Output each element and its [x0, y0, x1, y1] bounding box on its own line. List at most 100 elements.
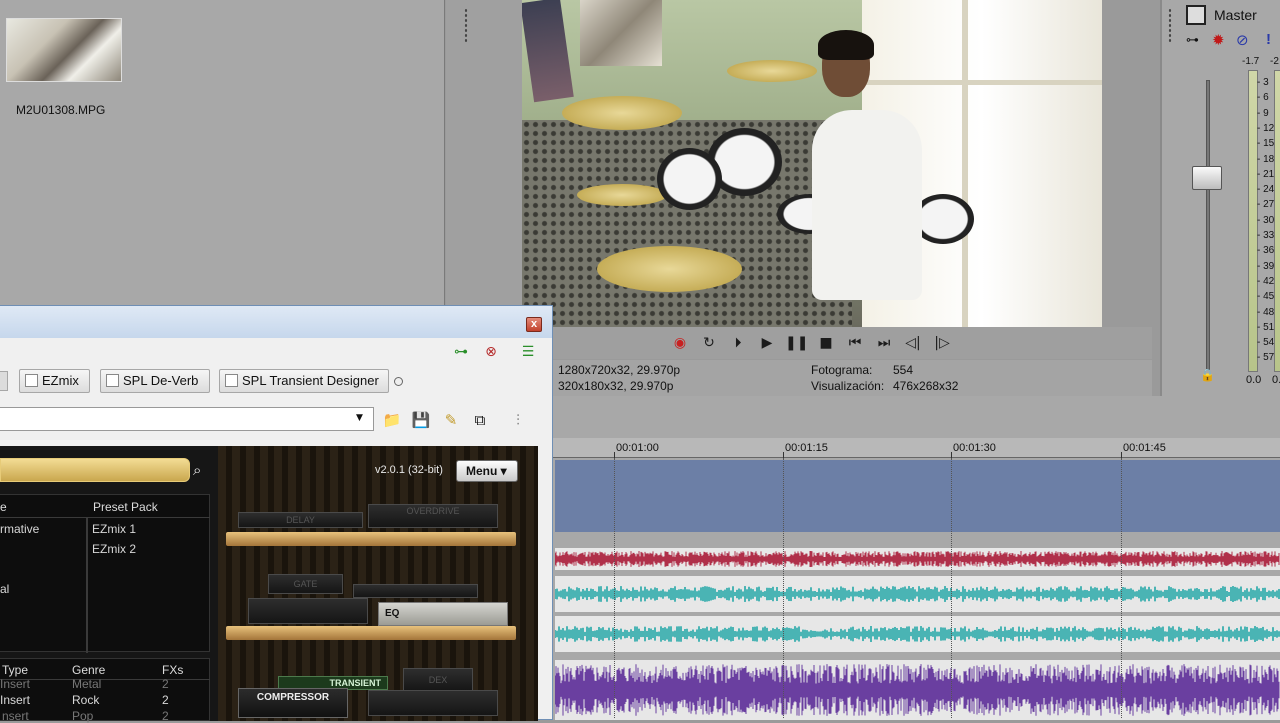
table-cell[interactable]: Insert	[0, 693, 30, 707]
automation-icon[interactable]: ⫶	[508, 410, 528, 430]
media-thumbnail[interactable]	[6, 18, 122, 82]
preview-info: 1280x720x32, 29.970p 320x180x32, 29.970p…	[522, 360, 1152, 396]
play-icon[interactable]: ▶	[756, 334, 778, 352]
copy-icon[interactable]: ⧉	[470, 410, 490, 430]
time-ruler[interactable]: 00:01:00 00:01:15 00:01:30 00:01:45	[553, 438, 1280, 458]
bypass-checkbox[interactable]	[25, 374, 38, 387]
table-cell[interactable]: 2	[162, 693, 169, 707]
table-cell[interactable]: Rock	[72, 693, 99, 707]
list-item[interactable]: rmative	[0, 522, 39, 536]
table-cell[interactable]: Insert	[0, 677, 30, 691]
chain-tab-label: SPL De-Verb	[123, 373, 199, 388]
list-item[interactable]: al	[0, 582, 9, 596]
table-cell[interactable]: nsert	[2, 709, 29, 723]
solo-icon[interactable]: !	[1266, 31, 1271, 48]
play-from-start-icon[interactable]: ⏵	[727, 334, 749, 352]
record-icon[interactable]: ◉	[669, 334, 691, 352]
prev-marker-icon[interactable]: ⏮	[844, 334, 866, 352]
bypass-checkbox[interactable]	[225, 374, 238, 387]
routing-icon[interactable]: ⊶	[1186, 33, 1199, 48]
search-icon[interactable]: ⌕	[193, 461, 201, 479]
plugin-settings-icon[interactable]: ☰	[517, 342, 539, 362]
lock-icon[interactable]: 🔒	[1200, 368, 1215, 382]
list-item[interactable]: EZmix 1	[92, 522, 136, 536]
pause-icon[interactable]: ❚❚	[785, 334, 808, 352]
table-cell[interactable]: 2	[162, 709, 169, 723]
chain-tab-spl-transient-designer[interactable]: SPL Transient Designer	[219, 369, 389, 393]
preset-category-list[interactable]: e Preset Pack rmative al EZmix 1 EZmix 2	[0, 494, 210, 653]
list-header[interactable]: FXs	[162, 663, 183, 677]
timeline: 00:01:00 00:01:15 00:01:30 00:01:45	[553, 396, 1280, 720]
rack-unit-gate[interactable]: GATE	[268, 574, 343, 594]
preset-dropdown[interactable]	[0, 407, 374, 431]
open-folder-icon[interactable]: 📁	[382, 410, 402, 430]
waveform-red	[555, 551, 1280, 567]
master-title: Master	[1214, 7, 1257, 23]
table-cell[interactable]: 2	[162, 677, 169, 691]
plugin-chain-icon[interactable]: ⊶	[450, 342, 472, 362]
frame-value: 554	[893, 363, 914, 377]
next-frame-icon[interactable]: |▷	[931, 334, 953, 352]
meter-scale-label: - 39	[1257, 260, 1275, 272]
chain-start-button[interactable]	[0, 371, 8, 391]
display-value: 476x268x32	[893, 379, 959, 393]
preview-format: 320x180x32, 29.970p	[558, 379, 674, 393]
waveform-purple	[555, 664, 1280, 716]
chevron-down-icon[interactable]: ▼	[356, 413, 363, 423]
rack-unit-compressor[interactable]: COMPRESSOR	[238, 688, 348, 718]
audio-track-3[interactable]	[555, 616, 1280, 652]
loop-icon[interactable]: ↻	[698, 334, 720, 352]
list-header[interactable]: e	[0, 500, 7, 514]
list-header[interactable]: Genre	[72, 663, 105, 677]
plugin-titlebar[interactable]: x	[0, 306, 552, 338]
preview-frame-window-bar	[862, 80, 1102, 85]
chain-tab-label: EZmix	[42, 373, 79, 388]
save-icon[interactable]: 💾	[411, 410, 431, 430]
grid-line	[783, 458, 784, 718]
close-button[interactable]: x	[526, 317, 542, 332]
media-filename[interactable]: M2U01308.MPG	[16, 103, 105, 117]
ezmix-search-field[interactable]	[0, 458, 190, 482]
waveform-teal	[555, 626, 1280, 642]
meter-scale-label: - 48	[1257, 306, 1275, 318]
bypass-checkbox[interactable]	[106, 374, 119, 387]
list-item[interactable]: EZmix 2	[92, 542, 136, 556]
master-bus-icon	[1186, 5, 1206, 25]
rack-unit-blank[interactable]	[368, 690, 498, 716]
list-header[interactable]: Preset Pack	[93, 500, 158, 514]
rack-unit-blank[interactable]	[353, 584, 478, 598]
audio-track-4[interactable]	[555, 660, 1280, 720]
master-fader-handle[interactable]	[1192, 166, 1222, 190]
mute-icon[interactable]: ⊘	[1236, 31, 1249, 49]
rack-unit-dex[interactable]: DEX	[403, 668, 473, 692]
divider	[0, 517, 210, 518]
audio-track-1[interactable]	[555, 548, 1280, 570]
dock-gripper[interactable]	[464, 8, 468, 44]
list-header[interactable]: Type	[2, 663, 28, 677]
display-label: Visualización:	[811, 379, 885, 393]
dock-gripper[interactable]	[1168, 8, 1172, 44]
fx-icon[interactable]: ✹	[1212, 31, 1225, 49]
table-cell[interactable]: Metal	[72, 677, 101, 691]
rack-unit-overdrive[interactable]: OVERDRIVE	[368, 504, 498, 528]
rack-unit-blank[interactable]	[248, 598, 368, 624]
next-marker-icon[interactable]: ⏭	[873, 334, 895, 352]
rack-unit-eq[interactable]: EQ	[378, 602, 508, 626]
chain-tab-ezmix[interactable]: EZmix	[19, 369, 90, 393]
chain-tab-spl-de-verb[interactable]: SPL De-Verb	[100, 369, 210, 393]
meter-scale-label: - 15	[1257, 138, 1275, 150]
prev-frame-icon[interactable]: ◁|	[902, 334, 924, 352]
remove-plugin-icon[interactable]: ⊗	[480, 342, 502, 362]
preview-frame-drum	[657, 148, 722, 210]
meter-scale-label: - 12	[1257, 122, 1275, 134]
stop-icon[interactable]: ■	[815, 334, 837, 352]
preset-list[interactable]: Type Genre FXs Insert Metal 2 Insert Roc…	[0, 658, 210, 723]
grid-line	[951, 458, 952, 718]
ezmix-version: v2.0.1 (32-bit)	[375, 464, 443, 476]
save-as-icon[interactable]: ✎	[441, 410, 461, 430]
audio-track-2[interactable]	[555, 576, 1280, 612]
video-track-event[interactable]	[555, 460, 1280, 532]
table-cell[interactable]: Pop	[72, 709, 93, 723]
rack-unit-delay[interactable]: DELAY	[238, 512, 363, 528]
ezmix-menu-button[interactable]: Menu ▾	[456, 460, 518, 482]
